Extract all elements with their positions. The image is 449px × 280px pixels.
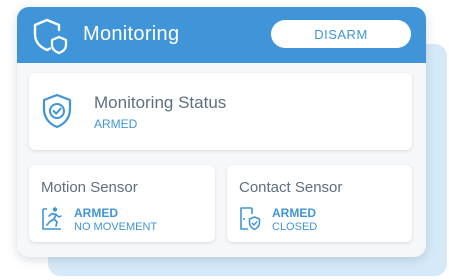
monitoring-header: Monitoring DISARM: [17, 7, 426, 63]
motion-sensor-panel[interactable]: Motion Sensor ARMED NO MOVEMENT: [29, 165, 215, 242]
shield-lock-icon: [31, 16, 71, 56]
motion-sensor-detail: NO MOVEMENT: [74, 221, 158, 233]
monitoring-status-value: ARMED: [94, 117, 138, 131]
header-title: Monitoring: [83, 23, 180, 45]
motion-runner-icon: [41, 205, 63, 231]
motion-sensor-state: ARMED: [74, 206, 118, 220]
contact-sensor-title: Contact Sensor: [239, 179, 343, 196]
motion-sensor-title: Motion Sensor: [41, 179, 138, 196]
disarm-button[interactable]: DISARM: [271, 20, 411, 48]
monitoring-status-title: Monitoring Status: [94, 93, 227, 112]
monitoring-card: Monitoring DISARM Monitoring Status ARME…: [17, 7, 426, 257]
monitoring-widget-stage: Monitoring DISARM Monitoring Status ARME…: [0, 0, 449, 280]
shield-check-icon: [41, 93, 73, 129]
contact-sensor-detail: CLOSED: [272, 221, 318, 233]
contact-sensor-state: ARMED: [272, 206, 316, 220]
door-shield-icon: [239, 205, 261, 231]
monitoring-status-panel: Monitoring Status ARMED: [29, 73, 412, 150]
contact-sensor-panel[interactable]: Contact Sensor ARMED CLOSED: [227, 165, 412, 242]
